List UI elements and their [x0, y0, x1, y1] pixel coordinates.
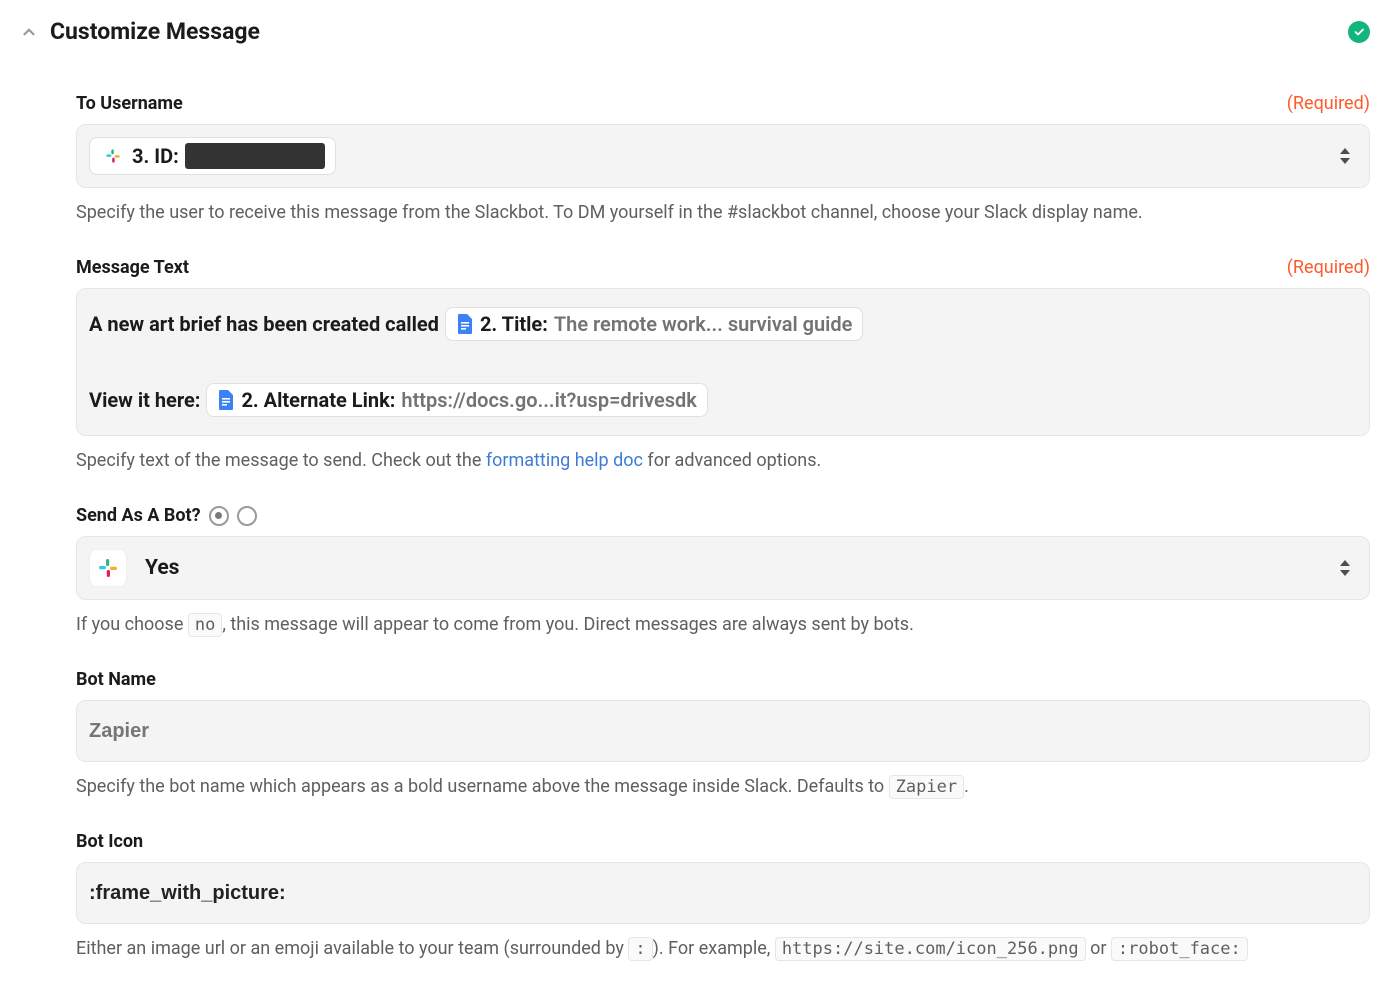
- required-tag: (Required): [1287, 257, 1370, 278]
- field-label: To Username: [76, 93, 183, 114]
- field-bot-icon: Bot Icon Either an image url or an emoji…: [76, 831, 1370, 959]
- field-help: If you choose no, this message will appe…: [76, 614, 1370, 635]
- required-tag: (Required): [1287, 93, 1370, 114]
- bot-name-input[interactable]: [89, 714, 1317, 749]
- field-help: Specify the user to receive this message…: [76, 202, 1370, 223]
- field-bot-name: Bot Name Specify the bot name which appe…: [76, 669, 1370, 797]
- google-doc-icon: [456, 313, 474, 335]
- slack-icon: [100, 143, 126, 169]
- section-title: Customize Message: [50, 18, 260, 45]
- pill-value: https://docs.go...it?usp=drivesdk: [401, 390, 696, 410]
- bot-icon-input-wrapper[interactable]: [76, 862, 1370, 924]
- sort-icon[interactable]: [1339, 147, 1351, 165]
- message-line1-text: A new art brief has been created called: [89, 314, 439, 334]
- field-label: Message Text: [76, 257, 189, 278]
- title-token-pill[interactable]: 2. Title: The remote work... survival gu…: [445, 307, 863, 341]
- field-help: Either an image url or an emoji availabl…: [76, 938, 1370, 959]
- link-token-pill[interactable]: 2. Alternate Link: https://docs.go...it?…: [206, 383, 707, 417]
- field-label: Bot Name: [76, 669, 156, 690]
- field-send-as-bot: Send As A Bot? Yes: [76, 505, 1370, 635]
- pill-prefix: 3. ID:: [132, 144, 179, 168]
- chevron-up-icon[interactable]: [18, 21, 40, 43]
- status-success-icon: [1348, 21, 1370, 43]
- formatting-help-link[interactable]: formatting help doc: [486, 450, 643, 471]
- send-as-bot-radiogroup[interactable]: [209, 506, 257, 526]
- radio-no[interactable]: [237, 506, 257, 526]
- field-message-text: Message Text (Required) A new art brief …: [76, 257, 1370, 471]
- select-value: Yes: [145, 556, 179, 580]
- field-label: Bot Icon: [76, 831, 143, 852]
- bot-name-input-wrapper[interactable]: [76, 700, 1370, 762]
- field-to-username: To Username (Required) 3. ID:: [76, 93, 1370, 223]
- redacted-value: [185, 143, 325, 169]
- sort-icon[interactable]: [1339, 559, 1351, 577]
- send-as-bot-select[interactable]: Yes: [76, 536, 1370, 600]
- section-header: Customize Message: [18, 18, 1370, 45]
- field-help: Specify the bot name which appears as a …: [76, 776, 1370, 797]
- field-help: Specify text of the message to send. Che…: [76, 450, 1370, 471]
- message-text-input[interactable]: A new art brief has been created called …: [76, 288, 1370, 436]
- field-label: Send As A Bot?: [76, 505, 201, 526]
- pill-label: 2. Alternate Link:: [241, 390, 395, 410]
- to-username-select[interactable]: 3. ID:: [76, 124, 1370, 188]
- google-doc-icon: [217, 389, 235, 411]
- pill-value: The remote work... survival guide: [554, 314, 853, 334]
- radio-yes[interactable]: [209, 506, 229, 526]
- to-username-pill[interactable]: 3. ID:: [89, 137, 336, 175]
- pill-label: 2. Title:: [480, 314, 548, 334]
- message-line2-text: View it here:: [89, 390, 200, 410]
- bot-icon-input[interactable]: [89, 876, 1317, 911]
- slack-icon: [89, 549, 127, 587]
